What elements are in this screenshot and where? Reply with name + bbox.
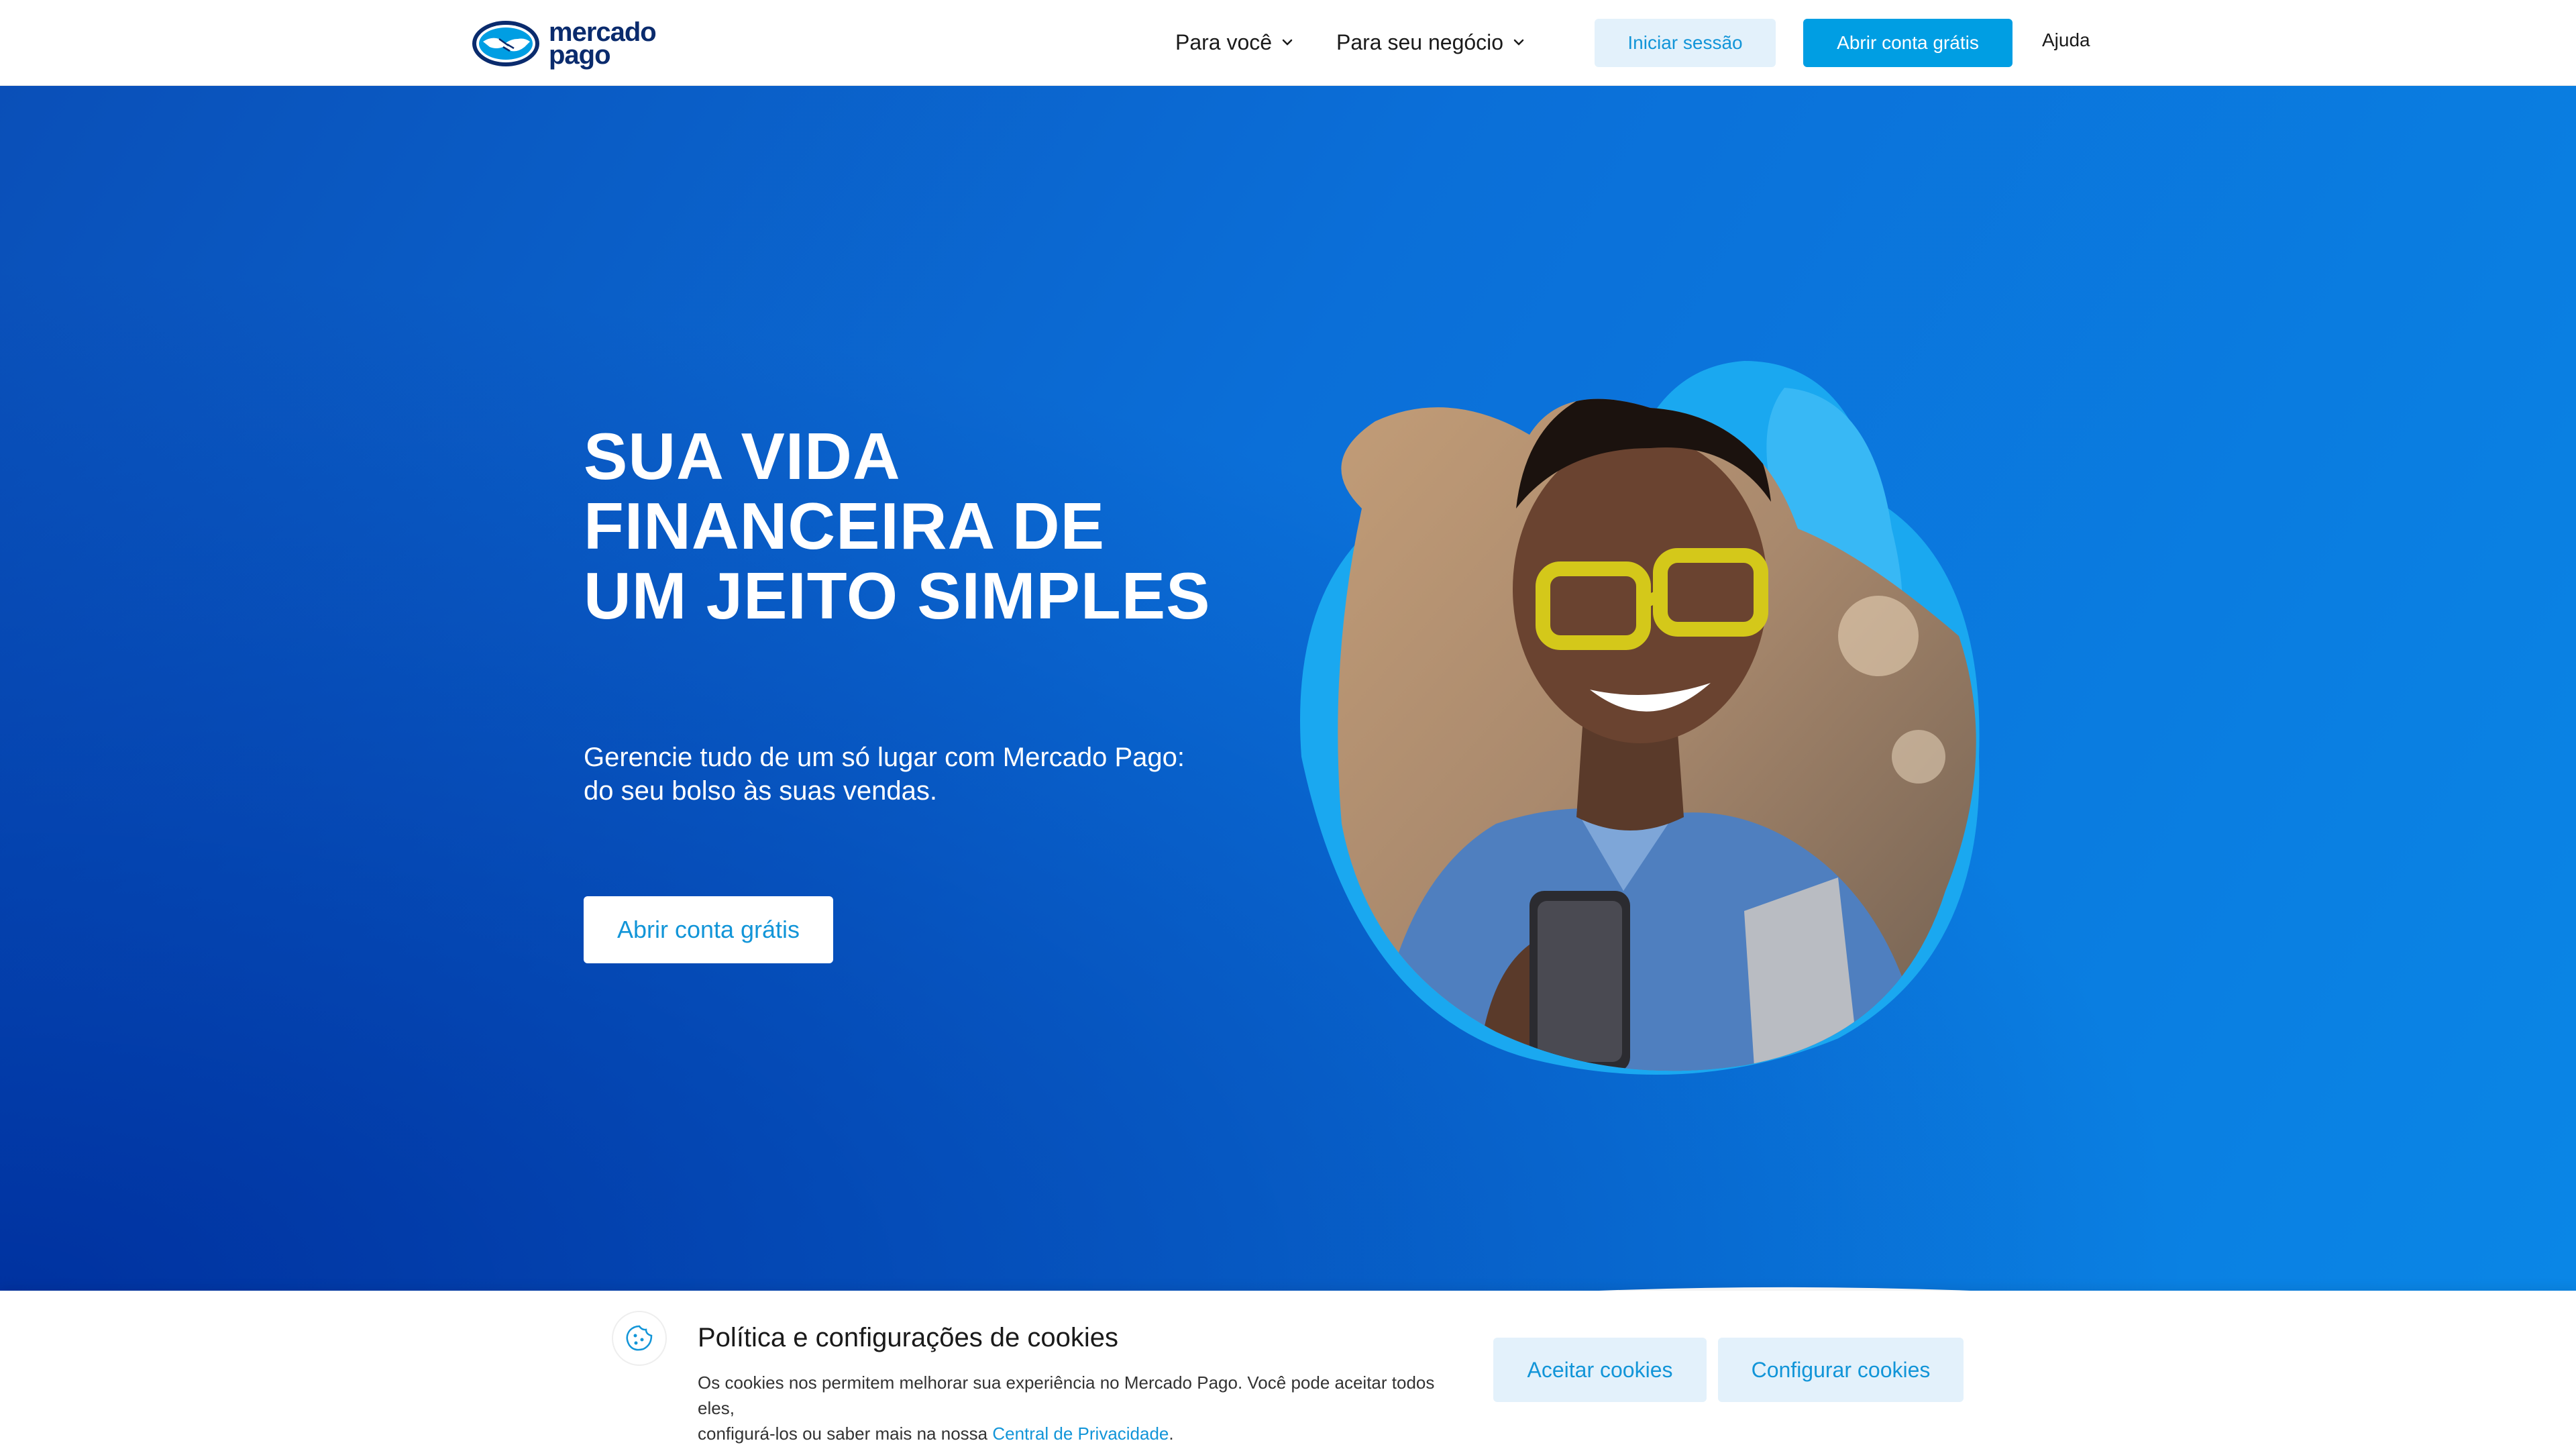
nav-para-seu-negocio[interactable]: Para seu negócio — [1336, 27, 1526, 58]
configure-cookies-button[interactable]: Configurar cookies — [1718, 1338, 1964, 1402]
chevron-down-icon — [1282, 39, 1293, 46]
hero-subtitle-line: do seu bolso às suas vendas. — [584, 776, 938, 806]
logo-line2: pago — [549, 40, 611, 70]
hero-title-line: FINANCEIRA DE — [584, 489, 1106, 563]
hero-title-line: UM JEITO SIMPLES — [584, 559, 1211, 633]
top-header: mercado pago Para você Para seu negócio … — [0, 0, 2576, 86]
logo-wordmark: mercado pago — [549, 19, 657, 70]
hero-bottom-wave — [0, 1287, 2035, 1293]
cookie-text-line2: configurá-los ou saber mais na nossa Cen… — [698, 1421, 1476, 1446]
cookie-text-line1: Os cookies nos permitem melhorar sua exp… — [698, 1373, 1435, 1418]
hero-subtitle: Gerencie tudo de um só lugar com Mercado… — [584, 741, 1228, 808]
cookie-description: Os cookies nos permitem melhorar sua exp… — [698, 1370, 1476, 1446]
help-link[interactable]: Ajuda — [2042, 30, 2090, 51]
cookie-glyph-icon — [626, 1325, 653, 1351]
open-account-header-button[interactable]: Abrir conta grátis — [1803, 19, 2012, 67]
open-account-hero-button[interactable]: Abrir conta grátis — [584, 896, 833, 963]
nav-para-seu-negocio-label: Para seu negócio — [1336, 30, 1504, 54]
hero-title: SUA VIDA FINANCEIRA DE UM JEITO SIMPLES — [584, 421, 1254, 631]
nav-para-voce[interactable]: Para você — [1175, 27, 1295, 58]
accept-cookies-button[interactable]: Aceitar cookies — [1493, 1338, 1707, 1402]
cookie-text-line2-suffix: . — [1169, 1424, 1174, 1444]
cookie-title: Política e configurações de cookies — [698, 1323, 1119, 1352]
chevron-down-icon — [1513, 39, 1524, 46]
cookie-text-line2-prefix: configurá-los ou saber mais na nossa — [698, 1424, 993, 1444]
handshake-logo-icon — [472, 21, 539, 66]
login-button[interactable]: Iniciar sessão — [1595, 19, 1776, 67]
cookie-icon — [612, 1311, 667, 1366]
mercado-pago-logo[interactable]: mercado pago — [471, 17, 665, 70]
privacy-center-link[interactable]: Central de Privacidade — [992, 1424, 1169, 1444]
hero-person-image — [1300, 361, 1980, 1075]
hero-section: SUA VIDA FINANCEIRA DE UM JEITO SIMPLES … — [0, 86, 2576, 1293]
nav-para-voce-label: Para você — [1175, 30, 1273, 54]
hero-subtitle-line: Gerencie tudo de um só lugar com Mercado… — [584, 743, 1185, 772]
hero-title-line: SUA VIDA — [584, 419, 901, 493]
cookie-banner: Política e configurações de cookies Os c… — [0, 1291, 2576, 1449]
